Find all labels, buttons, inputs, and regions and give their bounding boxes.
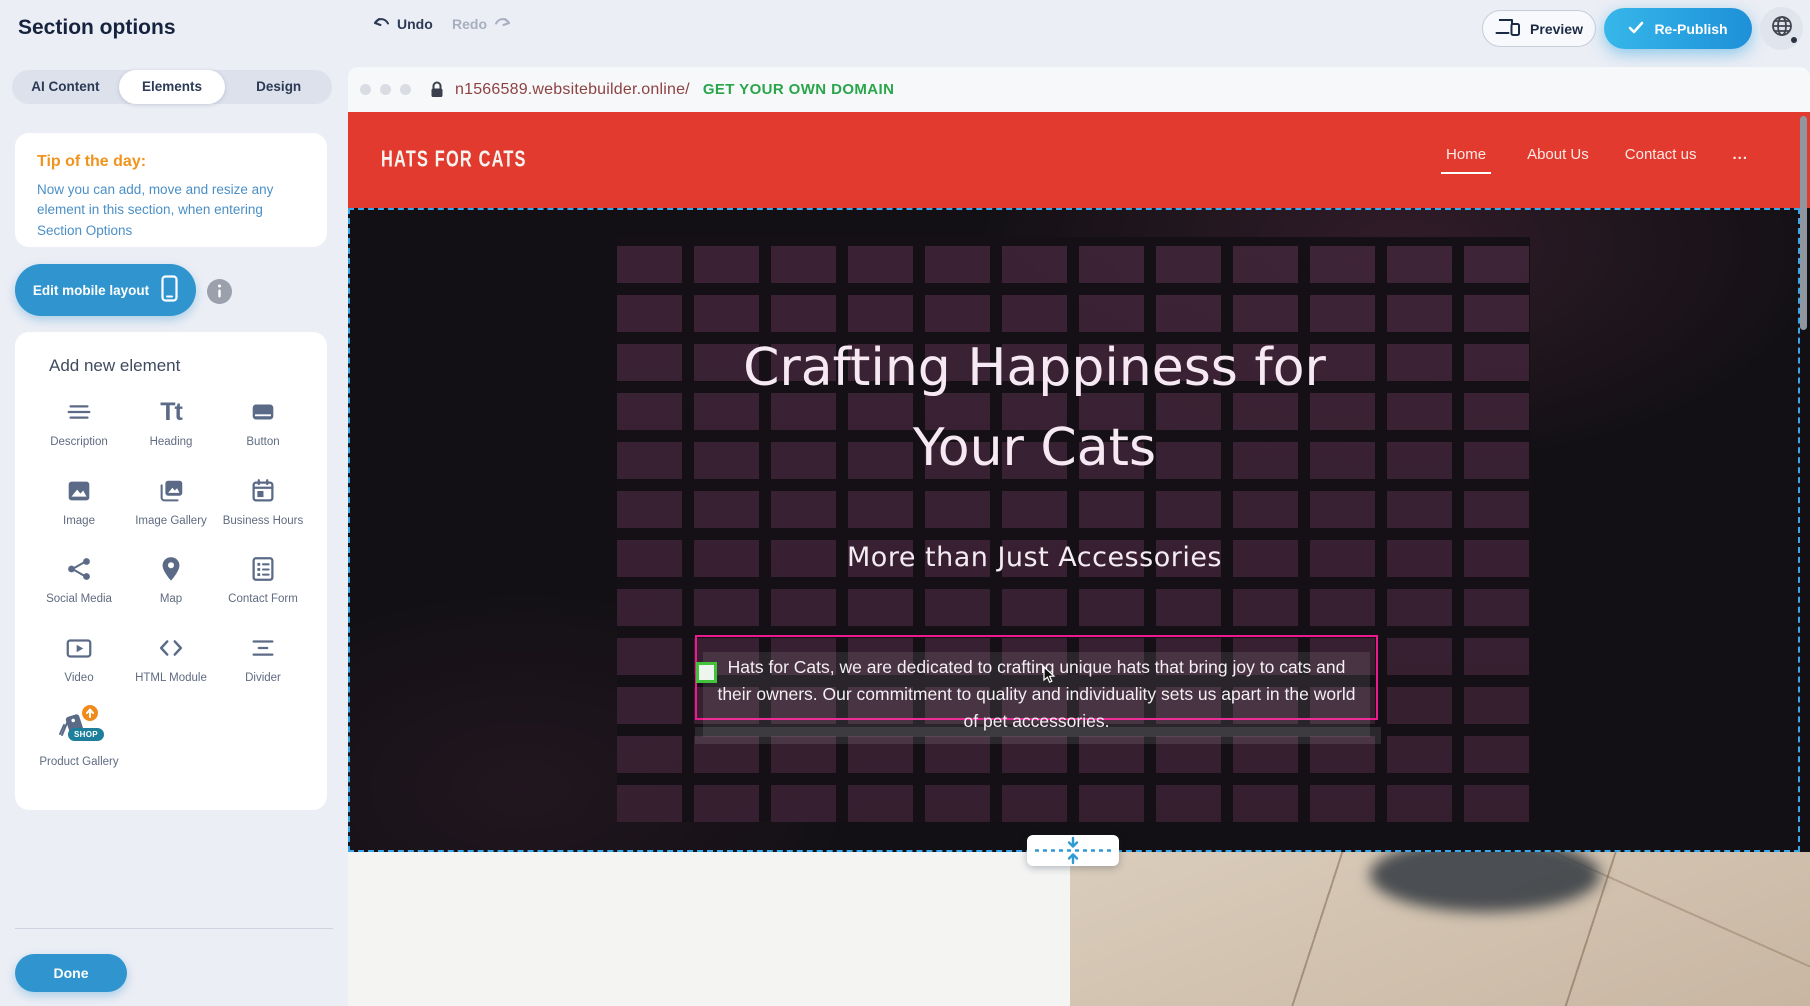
website-builder-app: Undo Redo Preview Re-Publish Section opt…	[0, 0, 1810, 1006]
nav-contact-us[interactable]: Contact us	[1625, 146, 1697, 174]
add-element-grid: Description Tt Heading Button Image	[33, 396, 309, 771]
devices-icon	[1495, 17, 1521, 40]
contact-form-icon	[248, 553, 278, 585]
tip-of-the-day-card: Tip of the day: Now you can add, move an…	[15, 133, 327, 247]
info-button[interactable]	[207, 279, 232, 304]
html-module-icon	[156, 632, 186, 664]
map-icon	[156, 553, 186, 585]
site-header: HATS FOR CATS Home About Us Contact us .…	[348, 112, 1810, 208]
heading-icon: Tt	[160, 396, 182, 428]
add-new-element-card: Add new element Description Tt Heading B…	[15, 332, 327, 810]
divider-icon	[248, 632, 278, 664]
undo-icon	[372, 15, 390, 32]
nav-more[interactable]: ...	[1732, 146, 1748, 174]
globe-status-dot	[1791, 37, 1797, 43]
undo-label: Undo	[397, 16, 433, 32]
add-video[interactable]: Video	[33, 632, 125, 687]
edit-mobile-layout-button[interactable]: Edit mobile layout	[15, 264, 196, 316]
floor-photo	[1070, 852, 1810, 1006]
republish-button[interactable]: Re-Publish	[1604, 8, 1752, 49]
site-url[interactable]: n1566589.websitebuilder.online/	[455, 81, 690, 99]
done-button[interactable]: Done	[15, 954, 127, 992]
add-map[interactable]: Map	[125, 553, 217, 608]
add-description[interactable]: Description	[33, 396, 125, 451]
check-icon	[1628, 21, 1644, 37]
selected-text-element[interactable]: Hats for Cats, we are dedicated to craft…	[695, 635, 1378, 720]
browser-chrome: n1566589.websitebuilder.online/ GET YOUR…	[348, 67, 1810, 112]
add-divider[interactable]: Divider	[217, 632, 309, 687]
image-icon	[64, 475, 94, 507]
panel-divider	[15, 928, 333, 929]
hero-paragraph[interactable]: Hats for Cats, we are dedicated to craft…	[703, 652, 1370, 737]
browser-dot	[380, 84, 391, 95]
video-icon	[64, 632, 94, 664]
add-business-hours[interactable]: Business Hours	[217, 475, 309, 530]
redo-label: Redo	[452, 16, 487, 32]
add-contact-form[interactable]: Contact Form	[217, 553, 309, 608]
add-image[interactable]: Image	[33, 475, 125, 530]
page-title: Section options	[18, 16, 176, 40]
element-drag-handle[interactable]	[696, 662, 717, 683]
add-product-gallery[interactable]: SHOP Product Gallery	[33, 710, 125, 771]
hero-section[interactable]: Crafting Happiness for Your Cats More th…	[348, 208, 1810, 852]
lock-icon	[430, 81, 444, 98]
hero-subheading[interactable]: More than Just Accessories	[578, 542, 1491, 573]
business-hours-icon	[248, 475, 278, 507]
add-element-title: Add new element	[49, 356, 309, 376]
shop-badge: SHOP	[68, 728, 104, 741]
republish-label: Re-Publish	[1654, 21, 1727, 37]
upgrade-arrow-icon	[82, 705, 98, 721]
section-resize-handle[interactable]	[1027, 835, 1119, 866]
panel-tabs: AI Content Elements Design	[12, 70, 332, 104]
button-icon	[248, 396, 278, 428]
product-gallery-icon: SHOP	[52, 710, 106, 748]
tab-elements[interactable]: Elements	[119, 70, 226, 104]
nav-about-us[interactable]: About Us	[1527, 146, 1589, 174]
undo-button[interactable]: Undo	[372, 15, 433, 32]
site-nav: Home About Us Contact us ...	[1441, 146, 1748, 174]
tab-design[interactable]: Design	[225, 70, 332, 104]
info-icon	[207, 279, 232, 304]
redo-button[interactable]: Redo	[452, 15, 512, 32]
resize-arrows-icon	[1033, 836, 1113, 865]
hero-heading[interactable]: Crafting Happiness for Your Cats	[578, 328, 1491, 488]
site-logo[interactable]: HATS FOR CATS	[381, 147, 527, 174]
browser-dot	[400, 84, 411, 95]
globe-icon	[1770, 14, 1794, 43]
tip-body: Now you can add, move and resize any ele…	[37, 180, 305, 241]
add-social-media[interactable]: Social Media	[33, 553, 125, 608]
image-gallery-icon	[156, 475, 186, 507]
tip-title: Tip of the day:	[37, 153, 305, 171]
next-section[interactable]	[348, 852, 1810, 1006]
element-hover-strip	[695, 727, 1381, 744]
social-media-icon	[64, 553, 94, 585]
add-button[interactable]: Button	[217, 396, 309, 451]
tab-ai-content[interactable]: AI Content	[12, 70, 119, 104]
preview-scrollbar[interactable]	[1800, 116, 1807, 330]
cat-shadow	[1370, 852, 1600, 912]
language-globe-button[interactable]	[1760, 7, 1803, 50]
nav-home[interactable]: Home	[1441, 146, 1491, 174]
edit-mobile-label: Edit mobile layout	[33, 283, 149, 298]
preview-label: Preview	[1530, 21, 1583, 37]
redo-icon	[494, 15, 512, 32]
browser-dot	[360, 84, 371, 95]
description-icon	[64, 396, 94, 428]
phone-icon	[161, 275, 178, 305]
add-image-gallery[interactable]: Image Gallery	[125, 475, 217, 530]
preview-button[interactable]: Preview	[1482, 10, 1596, 47]
get-domain-link[interactable]: GET YOUR OWN DOMAIN	[703, 81, 895, 98]
add-html-module[interactable]: HTML Module	[125, 632, 217, 687]
add-heading[interactable]: Tt Heading	[125, 396, 217, 451]
